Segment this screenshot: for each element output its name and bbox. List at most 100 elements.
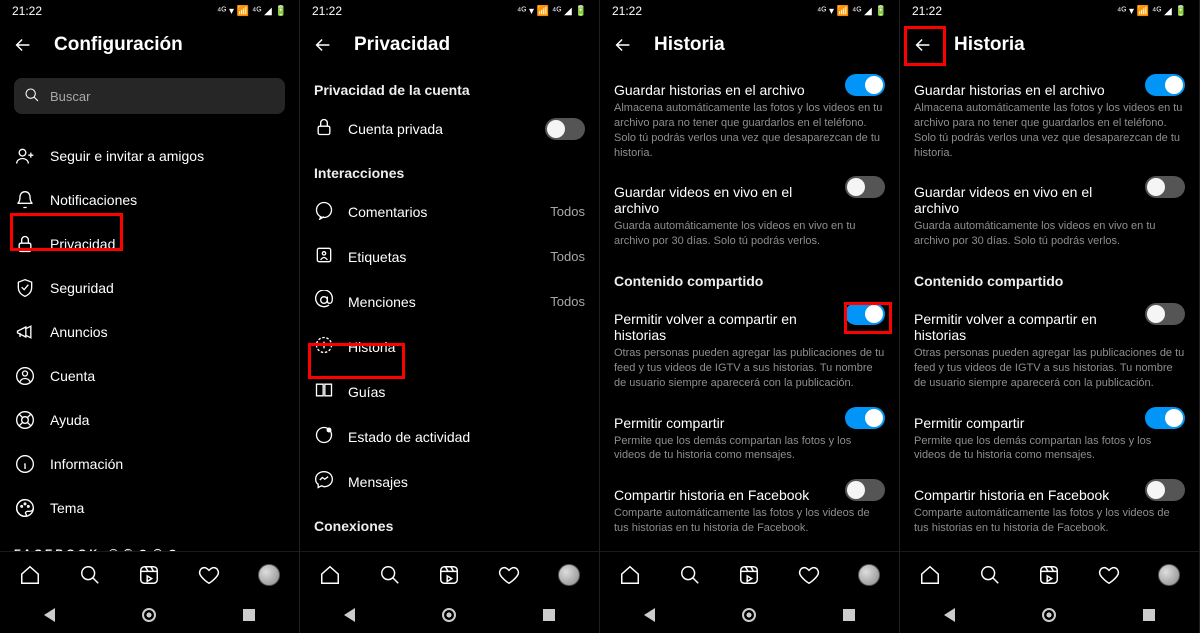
row-mention[interactable]: MencionesTodos [314, 279, 585, 324]
user-plus-icon [14, 145, 36, 167]
screen-historia-1: 21:22 ⁴ᴳ ▾ 📶 ⁴ᴳ ◢ 🔋 Historia Guardar his… [600, 0, 900, 633]
chat-icon [314, 200, 334, 223]
palette-icon [14, 497, 36, 519]
back-icon[interactable] [312, 34, 334, 56]
toggle-save_archive[interactable] [845, 74, 885, 96]
search-nav-icon[interactable] [978, 563, 1002, 587]
android-recent[interactable] [543, 609, 555, 621]
home-icon[interactable] [18, 563, 42, 587]
search-nav-icon[interactable] [78, 563, 102, 587]
header: Configuración [0, 22, 299, 68]
desc-save_archive: Almacena automáticamente las fotos y los… [914, 101, 1185, 170]
bell-icon [14, 189, 36, 211]
android-home[interactable] [1042, 608, 1056, 622]
header: Privacidad [300, 22, 599, 68]
setting-save_archive: Guardar historias en el archivo [614, 68, 885, 101]
back-icon[interactable] [12, 34, 34, 56]
reels-icon[interactable] [137, 563, 161, 587]
android-home[interactable] [442, 608, 456, 622]
profile-avatar[interactable] [557, 563, 581, 587]
toggle-allow_share[interactable] [1145, 407, 1185, 429]
android-home[interactable] [742, 608, 756, 622]
android-back[interactable] [644, 608, 655, 622]
toggle-share_fb[interactable] [1145, 479, 1185, 501]
status-time: 21:22 [312, 4, 342, 18]
menu-lock[interactable]: Privacidad [14, 222, 285, 266]
activity-icon[interactable] [1097, 563, 1121, 587]
status-time: 21:22 [612, 4, 642, 18]
search-placeholder: Buscar [50, 89, 90, 104]
android-recent[interactable] [1143, 609, 1155, 621]
row-book[interactable]: Guías [314, 369, 585, 414]
android-back[interactable] [44, 608, 55, 622]
page-title: Configuración [54, 34, 183, 56]
status-indicators: ⁴ᴳ ▾ 📶 ⁴ᴳ ◢ 🔋 [1117, 6, 1187, 17]
menu-palette[interactable]: Tema [14, 486, 285, 530]
toggle-reshare[interactable] [845, 303, 885, 325]
activity-icon[interactable] [497, 563, 521, 587]
menu-bell[interactable]: Notificaciones [14, 178, 285, 222]
android-back[interactable] [344, 608, 355, 622]
menu-info[interactable]: Información [14, 442, 285, 486]
toggle-save_archive[interactable] [1145, 74, 1185, 96]
setting-allow_share: Permitir compartir [914, 401, 1185, 434]
search-nav-icon[interactable] [378, 563, 402, 587]
header: Historia [600, 22, 899, 68]
android-recent[interactable] [843, 609, 855, 621]
toggle-save_live[interactable] [845, 176, 885, 198]
status-time: 21:22 [12, 4, 42, 18]
bottom-nav [0, 551, 299, 597]
profile-avatar[interactable] [1157, 563, 1181, 587]
search-input[interactable]: Buscar [14, 78, 285, 114]
setting-share_fb: Compartir historia en Facebook [614, 473, 885, 506]
page-title: Privacidad [354, 34, 450, 56]
home-icon[interactable] [618, 563, 642, 587]
setting-share_fb: Compartir historia en Facebook [914, 473, 1185, 506]
menu-lifebuoy[interactable]: Ayuda [14, 398, 285, 442]
row-activity[interactable]: Estado de actividad [314, 414, 585, 459]
toggle-reshare[interactable] [1145, 303, 1185, 325]
status-indicators: ⁴ᴳ ▾ 📶 ⁴ᴳ ◢ 🔋 [517, 6, 587, 17]
screen-privacidad: 21:22 ⁴ᴳ ▾ 📶 ⁴ᴳ ◢ 🔋 Privacidad Privacida… [300, 0, 600, 633]
activity-icon[interactable] [797, 563, 821, 587]
android-nav [600, 597, 899, 633]
reels-icon[interactable] [1037, 563, 1061, 587]
search-icon [24, 87, 40, 106]
tag-icon [314, 245, 334, 268]
search-nav-icon[interactable] [678, 563, 702, 587]
desc-save_live: Guarda automáticamente los videos en viv… [914, 219, 1185, 259]
android-home[interactable] [142, 608, 156, 622]
row-plus-circle[interactable]: Historia [314, 324, 585, 369]
menu-megaphone[interactable]: Anuncios [14, 310, 285, 354]
profile-avatar[interactable] [857, 563, 881, 587]
back-icon[interactable] [612, 34, 634, 56]
menu-user-plus[interactable]: Seguir e invitar a amigos [14, 134, 285, 178]
toggle-share_fb[interactable] [845, 479, 885, 501]
home-icon[interactable] [918, 563, 942, 587]
reels-icon[interactable] [437, 563, 461, 587]
row-messenger[interactable]: Mensajes [314, 459, 585, 504]
row-chat[interactable]: ComentariosTodos [314, 189, 585, 234]
lock-icon [314, 117, 334, 140]
user-circle-icon [14, 365, 36, 387]
private-account-toggle[interactable] [545, 118, 585, 140]
android-recent[interactable] [243, 609, 255, 621]
desc-reshare: Otras personas pueden agregar las public… [614, 346, 885, 401]
private-account-row[interactable]: Cuenta privada [314, 106, 585, 151]
reels-icon[interactable] [737, 563, 761, 587]
menu-shield[interactable]: Seguridad [14, 266, 285, 310]
toggle-allow_share[interactable] [845, 407, 885, 429]
menu-user-circle[interactable]: Cuenta [14, 354, 285, 398]
row-tag[interactable]: EtiquetasTodos [314, 234, 585, 279]
activity-icon[interactable] [197, 563, 221, 587]
back-icon[interactable] [912, 34, 934, 56]
desc-allow_share: Permite que los demás compartan las foto… [614, 434, 885, 474]
mention-icon [314, 290, 334, 313]
bottom-nav [300, 551, 599, 597]
desc-allow_share: Permite que los demás compartan las foto… [914, 434, 1185, 474]
desc-reshare: Otras personas pueden agregar las public… [914, 346, 1185, 401]
android-back[interactable] [944, 608, 955, 622]
home-icon[interactable] [318, 563, 342, 587]
toggle-save_live[interactable] [1145, 176, 1185, 198]
profile-avatar[interactable] [257, 563, 281, 587]
